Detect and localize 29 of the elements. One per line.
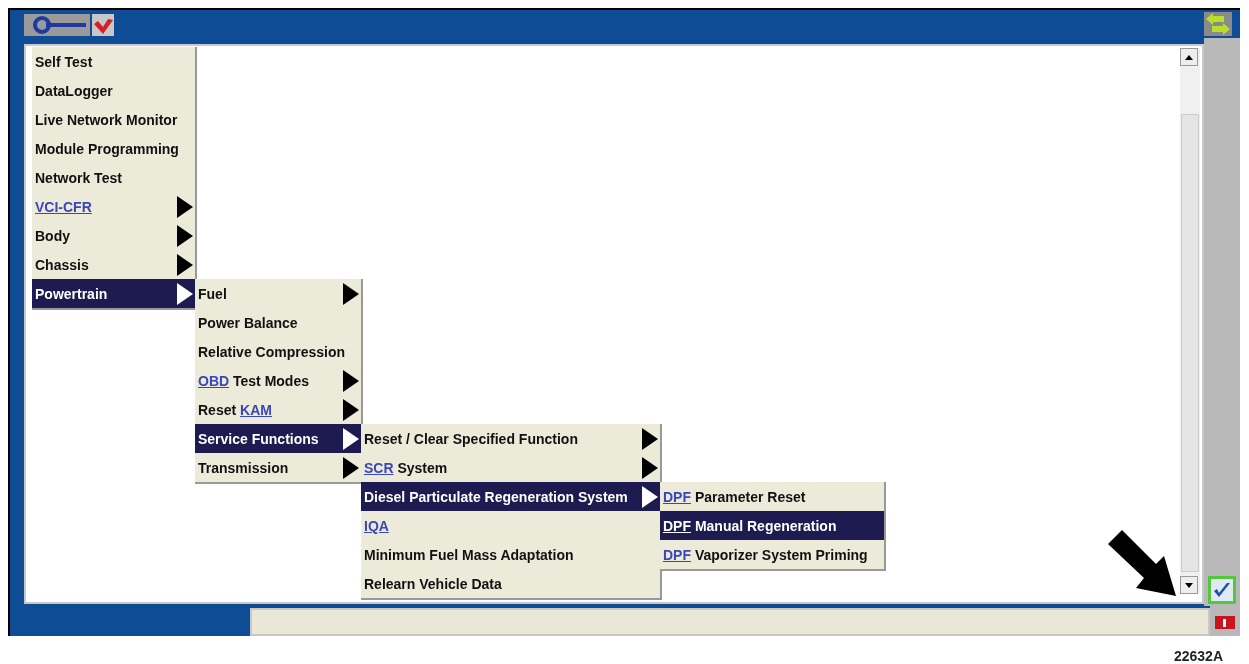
menu-item[interactable]: Fuel — [195, 279, 362, 308]
menu-item[interactable]: IQA — [361, 511, 660, 540]
menu-item[interactable]: VCI-CFR — [32, 192, 195, 221]
connector-icon[interactable] — [24, 12, 114, 36]
scroll-down-icon[interactable] — [1185, 582, 1193, 588]
confirm-button[interactable] — [1208, 576, 1236, 604]
scrollbar[interactable] — [1180, 48, 1200, 594]
menu-item[interactable]: Network Test — [32, 163, 195, 192]
menu-item[interactable]: Live Network Monitor — [32, 105, 195, 134]
menu-item[interactable]: Relative Compression — [195, 337, 362, 366]
menu-item[interactable]: OBD Test Modes — [195, 366, 362, 395]
menu-item[interactable]: DataLogger — [32, 76, 195, 105]
menu-item[interactable]: Power Balance — [195, 308, 362, 337]
menu-item[interactable]: Body — [32, 221, 195, 250]
figure-number: 22632A — [1172, 647, 1224, 664]
menu-item[interactable]: DPF Parameter Reset — [660, 482, 884, 511]
pointer-arrow-drawing — [1106, 528, 1178, 598]
menu-item[interactable]: Service Functions — [195, 424, 362, 453]
menu-item[interactable]: Reset / Clear Specified Function — [361, 424, 660, 453]
menu-item[interactable]: Powertrain — [32, 279, 195, 308]
checkmark-icon — [1213, 582, 1231, 598]
menu-item[interactable]: Minimum Fuel Mass Adaptation — [361, 540, 660, 569]
menu-item[interactable]: Relearn Vehicle Data — [361, 569, 660, 598]
menu-item[interactable]: Diesel Particulate Regeneration System — [361, 482, 660, 511]
menu-item[interactable]: Module Programming — [32, 134, 195, 163]
scroll-up-icon[interactable] — [1185, 54, 1193, 60]
menu-item[interactable]: DPF Vaporizer System Priming — [660, 540, 884, 569]
menu-item[interactable]: Self Test — [32, 47, 195, 76]
menu-item[interactable]: DPF Manual Regeneration — [660, 511, 884, 540]
